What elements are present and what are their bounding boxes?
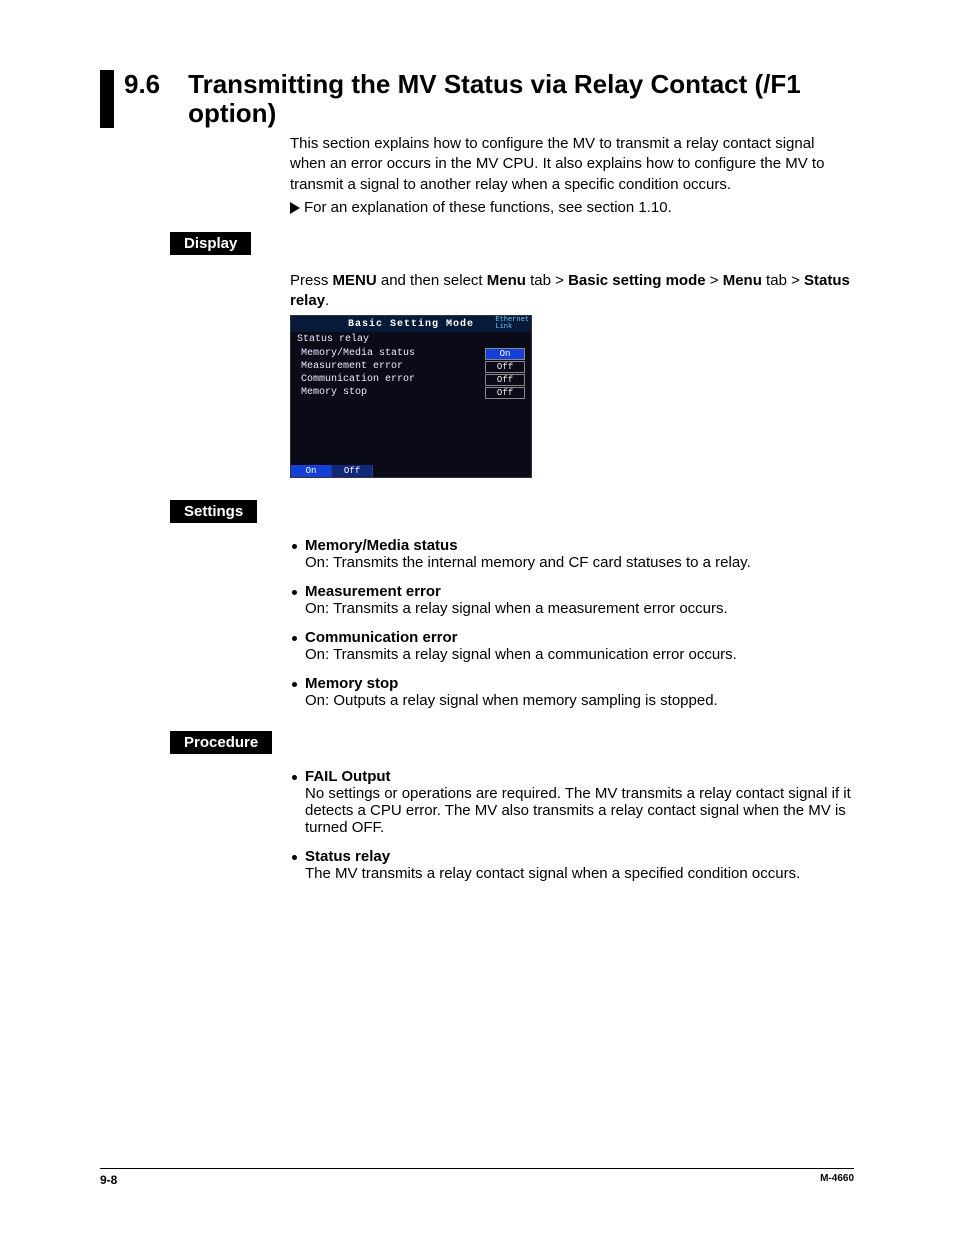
procedure-label: Procedure: [170, 731, 272, 754]
document-id: M-4660: [820, 1173, 854, 1187]
settings-section-header: Settings: [170, 500, 854, 523]
item-head: Memory/Media status: [305, 537, 458, 554]
device-titlebar: Basic Setting Mode Ethernet Link: [291, 316, 531, 332]
device-row-measurement-error: Measurement error Off: [301, 360, 525, 373]
menu-key: MENU: [333, 272, 377, 289]
device-subheading: Status relay: [291, 332, 531, 347]
page: 9.6 Transmitting the MV Status via Relay…: [0, 0, 954, 1235]
procedure-item: Status relay The MV transmits a relay co…: [290, 848, 854, 882]
text: Link: [495, 323, 512, 331]
row-label: Memory stop: [301, 387, 485, 398]
device-footer-buttons: On Off: [291, 465, 531, 477]
device-empty-area: [291, 403, 531, 465]
item-desc: On: Outputs a relay signal when memory s…: [305, 692, 854, 709]
breadcrumb-step: Menu: [723, 272, 762, 289]
cross-reference: For an explanation of these functions, s…: [290, 199, 854, 216]
settings-item: Memory stop On: Outputs a relay signal w…: [290, 675, 854, 709]
breadcrumb-step: Menu: [487, 272, 526, 289]
settings-item: Communication error On: Transmits a rela…: [290, 629, 854, 663]
cross-reference-text: For an explanation of these functions, s…: [304, 199, 672, 216]
settings-item: Measurement error On: Transmits a relay …: [290, 583, 854, 617]
row-value[interactable]: On: [485, 348, 525, 360]
page-number: 9-8: [100, 1173, 117, 1187]
bullet-icon: [292, 636, 297, 641]
off-button[interactable]: Off: [332, 465, 373, 477]
play-arrow-icon: [290, 202, 300, 214]
intro-paragraph: This section explains how to configure t…: [290, 134, 854, 195]
item-desc: The MV transmits a relay contact signal …: [305, 865, 854, 882]
text: >: [706, 272, 723, 289]
ethernet-link-indicator: Ethernet Link: [495, 317, 529, 331]
row-label: Memory/Media status: [301, 348, 485, 359]
item-desc: On: Transmits a relay signal when a comm…: [305, 646, 854, 663]
bullet-icon: [292, 590, 297, 595]
bullet-icon: [292, 682, 297, 687]
display-instructions: Press MENU and then select Menu tab > Ba…: [290, 271, 854, 312]
item-desc: On: Transmits the internal memory and CF…: [305, 554, 854, 571]
row-value[interactable]: Off: [485, 387, 525, 399]
row-label: Measurement error: [301, 361, 485, 372]
device-row-memory-stop: Memory stop Off: [301, 386, 525, 399]
text: .: [325, 292, 329, 309]
text: tab >: [762, 272, 804, 289]
section-heading: 9.6 Transmitting the MV Status via Relay…: [100, 70, 854, 128]
item-desc: On: Transmits a relay signal when a meas…: [305, 600, 854, 617]
item-desc: No settings or operations are required. …: [305, 785, 854, 836]
display-label: Display: [170, 232, 251, 255]
device-row-memory-media: Memory/Media status On: [301, 347, 525, 360]
device-screenshot: Basic Setting Mode Ethernet Link Status …: [290, 315, 532, 478]
item-head: Status relay: [305, 848, 390, 865]
procedure-item: FAIL Output No settings or operations ar…: [290, 768, 854, 836]
item-head: FAIL Output: [305, 768, 391, 785]
row-value[interactable]: Off: [485, 374, 525, 386]
heading-accent-bar: [100, 70, 114, 128]
item-head: Measurement error: [305, 583, 441, 600]
on-button[interactable]: On: [291, 465, 332, 477]
device-row-communication-error: Communication error Off: [301, 373, 525, 386]
procedure-list: FAIL Output No settings or operations ar…: [290, 768, 854, 882]
item-head: Communication error: [305, 629, 458, 646]
procedure-section-header: Procedure: [170, 731, 854, 754]
text: tab >: [526, 272, 568, 289]
settings-list: Memory/Media status On: Transmits the in…: [290, 537, 854, 709]
breadcrumb-step: Basic setting mode: [568, 272, 706, 289]
device-title: Basic Setting Mode: [348, 319, 474, 330]
text: and then select: [377, 272, 487, 289]
item-head: Memory stop: [305, 675, 398, 692]
bullet-icon: [292, 855, 297, 860]
bullet-icon: [292, 544, 297, 549]
text: Press: [290, 272, 333, 289]
settings-item: Memory/Media status On: Transmits the in…: [290, 537, 854, 571]
page-footer: 9-8 M-4660: [100, 1168, 854, 1187]
bullet-icon: [292, 775, 297, 780]
settings-label: Settings: [170, 500, 257, 523]
heading-title: Transmitting the MV Status via Relay Con…: [188, 70, 854, 127]
device-settings-list: Memory/Media status On Measurement error…: [291, 347, 531, 403]
heading-number: 9.6: [124, 70, 160, 99]
row-value[interactable]: Off: [485, 361, 525, 373]
display-section-header: Display: [170, 232, 854, 255]
row-label: Communication error: [301, 374, 485, 385]
